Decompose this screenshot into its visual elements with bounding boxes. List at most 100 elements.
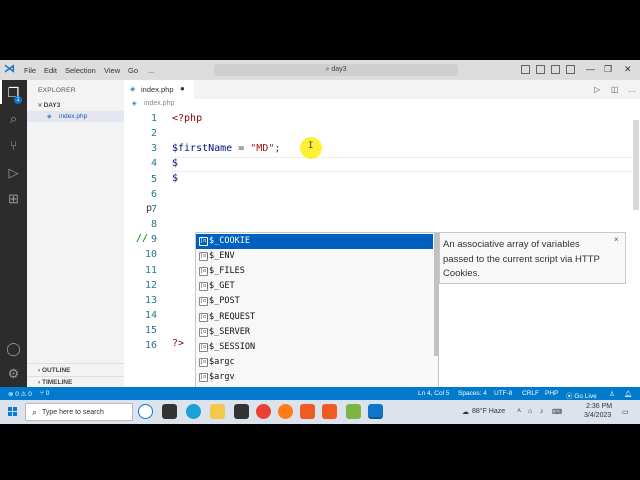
clock-date[interactable]: 3/4/2023 [584,412,611,419]
code-line-1: <?php [172,113,202,124]
minimize-icon[interactable]: — [586,64,595,74]
close-icon[interactable]: × [614,235,619,244]
line-number: 11 [144,264,157,276]
tab-label: index.php [141,85,174,94]
bing-icon[interactable] [138,404,153,419]
menu-edit[interactable]: Edit [44,66,57,75]
suggestion-item[interactable]: [ɑ] $_POST [196,294,433,309]
text-cursor-icon: I [308,141,314,151]
task-view-icon[interactable] [162,404,177,419]
folder-day3[interactable]: ˅ DAY3 [38,102,60,109]
restore-icon[interactable]: ❐ [604,64,612,75]
source-control-icon[interactable]: ⑂ [5,137,22,154]
line-number: 5 [150,173,157,185]
notification-center-icon[interactable]: ▭ [622,408,629,416]
menu-view[interactable]: View [104,66,120,75]
screen: ⋊ File Edit Selection View Go ... ⌕ day3… [0,60,640,424]
suggestion-item[interactable]: [ɑ] $argv [196,370,433,385]
command-center-label: day3 [331,66,347,73]
php-file-icon: ◈ [132,101,137,107]
file-explorer-icon[interactable] [210,404,225,419]
go-live-button[interactable]: ⦿ Go Live [566,390,597,400]
more-actions-icon[interactable]: … [628,85,636,94]
input-method-icon[interactable]: ⌨ [552,408,562,416]
encoding[interactable]: UTF-8 [494,390,512,397]
command-center-search[interactable]: ⌕ day3 [214,64,458,76]
variable-token: $ [172,173,179,184]
toggle-primary-sidebar-icon[interactable] [521,65,530,74]
indentation[interactable]: Spaces: 4 [458,390,487,397]
volume-icon[interactable]: ♪ [540,408,544,415]
variable-icon: [ɑ] [199,297,210,307]
close-icon[interactable]: ✕ [624,64,632,75]
suggestion-item[interactable]: [ɑ] $_SERVER [196,325,433,340]
xampp-2-icon[interactable] [322,404,337,419]
menu-go[interactable]: Go [128,66,138,75]
run-debug-icon[interactable]: ▷ [5,164,22,181]
notifications-bell-icon[interactable]: 🔔︎ [624,390,632,398]
clock-time[interactable]: 2:36 PM [586,403,612,410]
search-icon: ⌕ [325,66,330,73]
line-number: 4 [150,158,157,170]
tray-chevron-icon[interactable]: ˄ [517,408,521,415]
network-icon[interactable]: ⌂ [528,408,532,415]
chrome-icon[interactable] [256,404,271,419]
php-open-tag: <?php [172,113,203,124]
variable-icon: [ɑ] [199,357,210,367]
menu-file[interactable]: File [24,66,36,75]
cursor-position[interactable]: Ln 4, Col 5 [418,390,449,397]
run-icon[interactable]: ▷ [594,85,600,94]
suggestion-item[interactable]: [ɑ] $_REQUEST [196,310,433,325]
breadcrumb-file[interactable]: index.php [144,100,174,107]
suggestion-label: $_ENV [209,251,235,262]
details-text: An associative array of variables passed… [443,239,600,279]
firefox-icon[interactable] [278,404,293,419]
extensions-icon[interactable]: ⊞ [5,190,22,207]
code-line-4: $ [172,158,178,169]
semicolon-token: ; [274,143,281,154]
unsaved-dot-icon[interactable]: ● [180,84,185,93]
breadcrumb: ◈ index.php [124,99,640,110]
timeline-label: TIMELINE [41,379,73,386]
file-item-index-php[interactable]: ◈ index.php [27,111,124,122]
timeline-section[interactable]: › TIMELINE [38,379,72,386]
tab-index-php[interactable]: ◈ index.php ● [124,80,194,99]
suggestion-item[interactable]: [ɑ] $_ENV [196,249,433,264]
outline-section[interactable]: › OUTLINE [38,367,71,374]
line-ending[interactable]: CRLF [522,390,539,397]
suggestion-item[interactable]: [ɑ] $_GET [196,279,433,294]
taskbar-search-box[interactable]: ⌕ Type here to search [25,403,133,421]
weather-text[interactable]: 88°F Haze [472,408,505,415]
store-icon[interactable] [234,404,249,419]
toggle-secondary-sidebar-icon[interactable] [551,65,560,74]
vscode-taskbar-icon[interactable] [368,404,383,419]
edge-icon[interactable] [186,404,201,419]
suggestion-item[interactable]: [ɑ] $argc [196,355,433,370]
settings-gear-icon[interactable]: ⚙ [5,365,22,382]
customize-layout-icon[interactable] [566,65,575,74]
problems-status[interactable]: ⊗ 0 ⚠ 0 [8,390,32,398]
split-editor-icon[interactable]: ◫ [611,85,619,94]
app-icon[interactable] [346,404,361,419]
active-indicator [0,80,2,104]
variable-icon: [ɑ] [199,327,210,337]
menu-selection[interactable]: Selection [65,66,96,75]
notification-badge: 1 [14,96,22,104]
weather-icon[interactable]: ☁ [462,408,469,416]
suggestion-item[interactable]: [ɑ] $_FILES [196,264,433,279]
line-number: 2 [150,128,157,140]
suggestion-item[interactable]: [ɑ] $_COOKIE [196,234,433,249]
ports-status[interactable]: ⑂ 0 [40,390,49,397]
editor-scrollbar[interactable] [633,120,639,210]
search-icon[interactable]: ⌕ [5,110,22,127]
menu-more[interactable]: ... [148,66,154,75]
code-line-5: $ [172,173,178,184]
suggestion-label: $_SESSION [209,341,256,352]
language-mode[interactable]: PHP [545,390,558,397]
suggestion-item[interactable]: [ɑ] $_SESSION [196,340,433,355]
windows-start-icon[interactable] [8,407,18,417]
xampp-icon[interactable] [300,404,315,419]
account-icon[interactable]: ◯ [5,340,22,357]
accounts-icon[interactable]: ♙ [609,390,615,398]
toggle-panel-icon[interactable] [536,65,545,74]
